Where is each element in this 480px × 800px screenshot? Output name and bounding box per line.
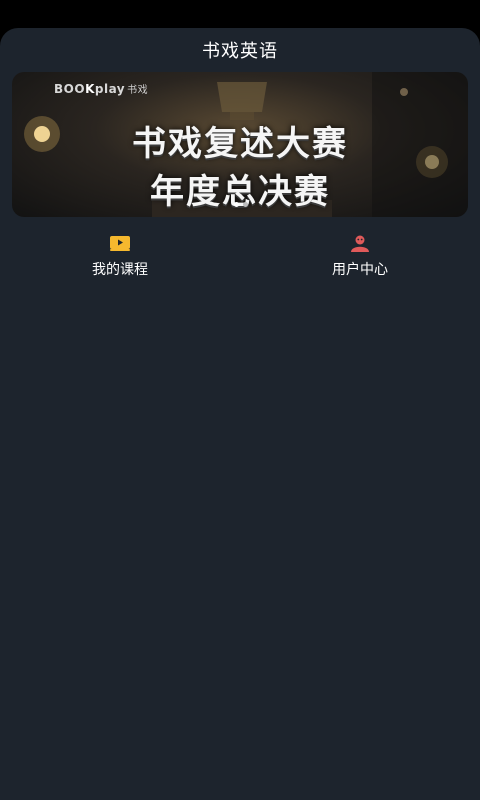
carousel-dot[interactable] xyxy=(234,202,239,207)
carousel-dot[interactable] xyxy=(243,202,248,207)
status-bar xyxy=(0,0,480,28)
promo-banner[interactable]: BOOKplay 书戏 书戏复述大赛 年度总决赛 xyxy=(12,72,468,217)
bookplay-logo: BOOKplay 书戏 xyxy=(54,82,149,96)
trophy-shape xyxy=(217,82,267,112)
play-icon xyxy=(110,236,130,251)
user-center-button[interactable]: 用户中心 xyxy=(280,234,440,280)
page-title: 书戏英语 xyxy=(202,41,278,62)
title-bar: 书戏英语 xyxy=(0,28,480,72)
carousel-indicator xyxy=(234,202,248,207)
user-icon xyxy=(351,235,369,252)
quick-nav: 我的课程 用户中心 xyxy=(0,234,480,280)
my-courses-label: 我的课程 xyxy=(92,262,148,278)
banner-headline: 书戏复述大赛 xyxy=(132,124,348,164)
user-center-label: 用户中心 xyxy=(332,262,388,278)
my-courses-button[interactable]: 我的课程 xyxy=(40,234,200,280)
app-panel: 书戏英语 BOOKplay 书戏 书戏复述大赛 年度总决赛 我的课程 用户中心 xyxy=(0,28,480,800)
